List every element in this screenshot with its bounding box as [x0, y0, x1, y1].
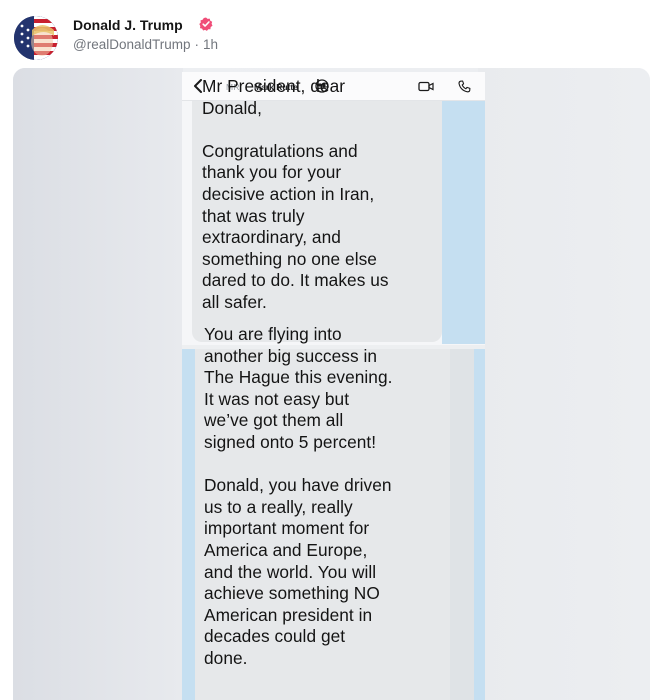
media-blur-left — [13, 68, 183, 700]
verified-badge-icon — [199, 17, 213, 31]
author-name[interactable]: Donald J. Trump — [73, 17, 183, 33]
separator-dot: · — [194, 37, 200, 52]
embedded-chat-screenshot: MR Mark Rutte Mr President, dear Donald,… — [182, 72, 485, 700]
handle-line: @realDonaldTrump · 1h — [73, 37, 218, 52]
media-blur-right — [478, 68, 650, 700]
post-time[interactable]: 1h — [203, 37, 218, 52]
sender-strip — [442, 101, 485, 344]
sender-strip — [182, 349, 195, 700]
sender-strip — [474, 349, 485, 700]
message-bubble-edge — [450, 349, 474, 700]
author-handle[interactable]: @realDonaldTrump — [73, 37, 191, 52]
avatar[interactable] — [14, 16, 58, 60]
phone-icon — [458, 80, 471, 93]
post-header: Donald J. Trump @realDonaldTrump · 1h — [0, 0, 665, 70]
message-text: You are flying into another big success … — [204, 324, 393, 668]
flag-avatar-icon — [14, 16, 58, 60]
message-text: Mr President, dear Donald, Congratulatio… — [202, 76, 389, 312]
